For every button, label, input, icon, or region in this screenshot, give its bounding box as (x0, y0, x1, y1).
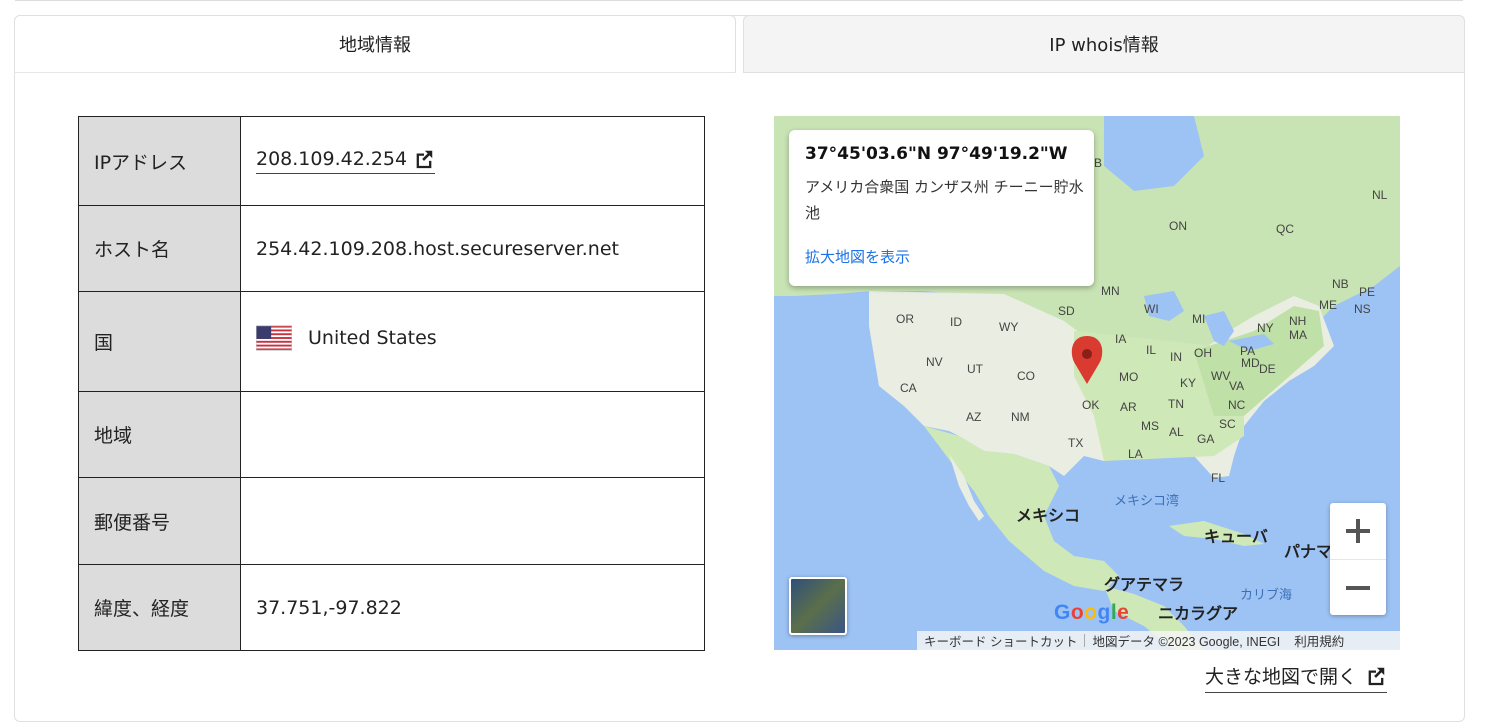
map-label-panama: パナマ (1284, 544, 1333, 561)
row-label: 地域 (78, 391, 241, 478)
external-link-icon (416, 150, 433, 169)
google-logo: Google (1054, 601, 1130, 624)
zoom-in-button[interactable] (1330, 503, 1386, 559)
map-label: IL (1146, 343, 1157, 357)
map-label: NV (926, 355, 943, 369)
info-coordinates: 37°45'03.6"N 97°49'19.2"W (805, 144, 1068, 164)
map-label: NB (1332, 277, 1349, 291)
map-label: SC (1219, 417, 1236, 431)
zoom-out-button[interactable] (1330, 559, 1386, 615)
row-value: 208.109.42.254 (240, 116, 705, 206)
map-label: PE (1359, 285, 1376, 299)
hostname-value: 254.42.109.208.host.secureserver.net (240, 205, 705, 292)
map-label: TN (1168, 397, 1184, 411)
row-label: 緯度、経度 (78, 564, 241, 651)
map-label: IN (1170, 350, 1182, 364)
keyboard-shortcuts-link[interactable]: キーボード ショートカット (917, 631, 1084, 650)
map-label: CO (1017, 369, 1035, 383)
map-label: LA (1128, 447, 1143, 461)
map-label: FL (1211, 471, 1226, 485)
map-label: DE (1259, 362, 1276, 376)
map-label: NM (1011, 410, 1030, 424)
terms-link[interactable]: 利用規約 (1287, 631, 1351, 650)
map-label: NL (1372, 188, 1388, 202)
row-label: 郵便番号 (78, 477, 241, 565)
postal-code-value (240, 477, 705, 565)
map-label: AZ (966, 410, 982, 424)
map-label-gulf: メキシコ湾 (1114, 493, 1180, 508)
lat-lng-value: 37.751,-97.822 (240, 564, 705, 651)
open-large-map-link[interactable]: 大きな地図で開く (1205, 662, 1388, 693)
table-row: 緯度、経度 37.751,-97.822 (78, 564, 705, 651)
map-label: GA (1197, 432, 1215, 446)
plus-icon (1346, 519, 1370, 543)
us-flag-icon (256, 324, 292, 351)
map-label: SD (1058, 304, 1075, 318)
row-label: ホスト名 (78, 205, 241, 292)
map-label: VA (1229, 379, 1245, 393)
open-large-map-label: 大きな地図で開く (1205, 666, 1358, 688)
map-label: ON (1169, 219, 1187, 233)
map-label: KY (1180, 376, 1197, 390)
map-data-credit: 地図データ ©2023 Google, INEGI (1092, 635, 1281, 649)
map-label: IA (1115, 332, 1127, 346)
map-label-cuba: キューバ (1204, 529, 1268, 546)
table-row: 郵便番号 (78, 477, 705, 565)
map-label: MI (1192, 312, 1206, 326)
top-divider (15, 0, 1463, 1)
map-label: AR (1120, 400, 1137, 414)
map-label: OK (1082, 398, 1100, 412)
view-larger-map-link[interactable]: 拡大地図を表示 (805, 246, 910, 267)
map-label: WY (999, 320, 1019, 334)
map-attribution: キーボード ショートカット 地図データ ©2023 Google, INEGI … (917, 631, 1400, 650)
map-label-caribbean: カリブ海 (1240, 587, 1293, 602)
external-link-icon (1368, 667, 1385, 685)
map-label: CA (900, 381, 917, 395)
table-row: ホスト名 254.42.109.208.host.secureserver.ne… (78, 205, 705, 292)
minus-icon (1346, 585, 1370, 590)
map-label: QC (1276, 222, 1294, 236)
map-label-guatemala: グアテマラ (1104, 577, 1185, 594)
table-row: 国 United States (78, 291, 705, 392)
ip-info-table: IPアドレス 208.109.42.254 ホスト名 254.42.109.20… (78, 116, 705, 651)
map-label: NY (1257, 321, 1274, 335)
row-label: IPアドレス (78, 116, 241, 206)
table-row: 地域 (78, 391, 705, 478)
row-label: 国 (78, 291, 241, 392)
map-label: UT (967, 362, 983, 376)
map-label: WV (1211, 369, 1231, 383)
tab-bar: 地域情報 IP whois情報 (14, 15, 1465, 73)
map-label: MN (1101, 284, 1120, 298)
region-value (240, 391, 705, 478)
map-label: MD (1241, 356, 1260, 370)
map-label: ME (1319, 298, 1337, 312)
map-label: MO (1119, 370, 1139, 384)
tab-whois[interactable]: IP whois情報 (743, 15, 1465, 73)
country-name: United States (308, 326, 437, 349)
map-label: ID (950, 315, 962, 329)
map-label: NS (1354, 302, 1371, 316)
satellite-toggle-button[interactable] (789, 577, 847, 635)
map-label: TX (1068, 436, 1084, 450)
country-value: United States (240, 291, 705, 392)
map-label: OH (1194, 346, 1212, 360)
map-label-nicaragua: ニカラグア (1158, 606, 1239, 623)
map-label: NH (1289, 314, 1307, 328)
map-label: MA (1289, 328, 1307, 342)
map-label: NC (1228, 398, 1246, 412)
tab-region-info[interactable]: 地域情報 (14, 15, 736, 73)
info-address: アメリカ合衆国 カンザス州 チーニー貯水池 (805, 178, 1084, 222)
ip-address-link[interactable]: 208.109.42.254 (256, 148, 436, 174)
map-label: B (1094, 156, 1103, 170)
zoom-control (1330, 503, 1386, 615)
map-label: WI (1144, 302, 1159, 316)
map-label: OR (896, 312, 914, 326)
map-label-mexico: メキシコ (1016, 508, 1081, 525)
map-label: MS (1141, 419, 1159, 433)
map-label: AL (1169, 425, 1184, 439)
map-info-window: 37°45'03.6"N 97°49'19.2"W アメリカ合衆国 カンザス州 … (789, 130, 1094, 286)
ip-address-text: 208.109.42.254 (256, 148, 408, 170)
table-row: IPアドレス 208.109.42.254 (78, 116, 705, 206)
